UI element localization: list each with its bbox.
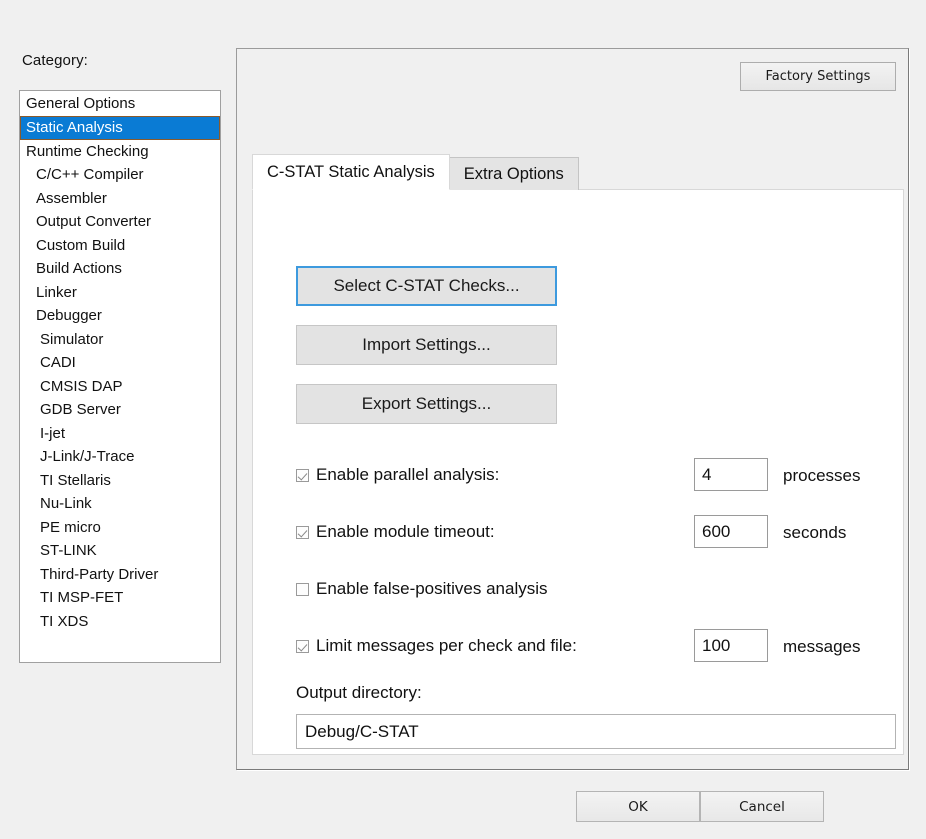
category-label: Category:	[22, 52, 88, 69]
output-directory-label: Output directory:	[296, 683, 422, 702]
label-enable-parallel-analysis: Enable parallel analysis:	[316, 465, 500, 484]
cancel-button[interactable]: Cancel	[700, 791, 824, 822]
checkbox-enable-module-timeout[interactable]	[296, 525, 309, 539]
category-item[interactable]: I-jet	[20, 422, 220, 446]
input-module-timeout-seconds[interactable]: 600	[694, 515, 768, 548]
category-item[interactable]: TI MSP-FET	[20, 586, 220, 610]
import-settings-button[interactable]: Import Settings...	[296, 325, 557, 365]
option-row-parallel-analysis: Enable parallel analysis: 4 processes	[296, 458, 896, 491]
category-item[interactable]: GDB Server	[20, 398, 220, 422]
tab-panel-c-stat-static-analysis: Select C-STAT Checks... Import Settings.…	[252, 189, 904, 755]
category-item[interactable]: Linker	[20, 281, 220, 305]
label-enable-module-timeout: Enable module timeout:	[316, 522, 495, 541]
category-item[interactable]: TI XDS	[20, 610, 220, 634]
input-limit-messages-count[interactable]: 100	[694, 629, 768, 662]
label-enable-false-positives-analysis: Enable false-positives analysis	[316, 579, 548, 598]
category-item[interactable]: Output Converter	[20, 210, 220, 234]
category-item[interactable]: TI Stellaris	[20, 469, 220, 493]
factory-settings-button[interactable]: Factory Settings	[740, 62, 896, 91]
export-settings-button[interactable]: Export Settings...	[296, 384, 557, 424]
output-directory-input[interactable]: Debug/C-STAT	[296, 714, 896, 749]
settings-panel: Factory Settings C-STAT Static Analysis E…	[236, 48, 909, 770]
category-item[interactable]: Debugger	[20, 304, 220, 328]
category-item[interactable]: Runtime Checking	[20, 140, 220, 164]
tab-strip: C-STAT Static Analysis Extra Options	[252, 154, 579, 190]
tab-c-stat-static-analysis[interactable]: C-STAT Static Analysis	[252, 154, 450, 190]
category-item[interactable]: CMSIS DAP	[20, 375, 220, 399]
category-item[interactable]: Custom Build	[20, 234, 220, 258]
category-item[interactable]: J-Link/J-Trace	[20, 445, 220, 469]
category-item[interactable]: Nu-Link	[20, 492, 220, 516]
option-row-module-timeout: Enable module timeout: 600 seconds	[296, 515, 896, 548]
unit-parallel-processes: processes	[783, 466, 861, 485]
checkbox-limit-messages[interactable]	[296, 639, 309, 653]
category-item[interactable]: CADI	[20, 351, 220, 375]
category-item[interactable]: Static Analysis	[20, 115, 220, 140]
checkbox-enable-parallel-analysis[interactable]	[296, 468, 309, 482]
checkbox-enable-false-positives-analysis[interactable]	[296, 582, 309, 596]
category-item[interactable]: PE micro	[20, 516, 220, 540]
unit-module-timeout-seconds: seconds	[783, 523, 847, 542]
select-c-stat-checks-button[interactable]: Select C-STAT Checks...	[296, 266, 557, 306]
option-row-false-positives-analysis: Enable false-positives analysis	[296, 574, 896, 604]
category-listbox[interactable]: General Options Static Analysis Runtime Ch…	[19, 90, 221, 663]
category-item[interactable]: General Options	[20, 92, 220, 116]
input-parallel-processes[interactable]: 4	[694, 458, 768, 491]
unit-limit-messages: messages	[783, 637, 861, 656]
category-item[interactable]: Assembler	[20, 187, 220, 211]
category-item[interactable]: Build Actions	[20, 257, 220, 281]
category-item[interactable]: C/C++ Compiler	[20, 163, 220, 187]
category-item[interactable]: ST-LINK	[20, 539, 220, 563]
category-item[interactable]: Third-Party Driver	[20, 563, 220, 587]
option-row-limit-messages: Limit messages per check and file: 100 m…	[296, 629, 896, 662]
options-dialog: Category: General Options Static Analysis…	[0, 0, 926, 839]
label-limit-messages: Limit messages per check and file:	[316, 636, 577, 655]
ok-button[interactable]: OK	[576, 791, 700, 822]
category-item[interactable]: Simulator	[20, 328, 220, 352]
tab-extra-options[interactable]: Extra Options	[448, 157, 579, 190]
